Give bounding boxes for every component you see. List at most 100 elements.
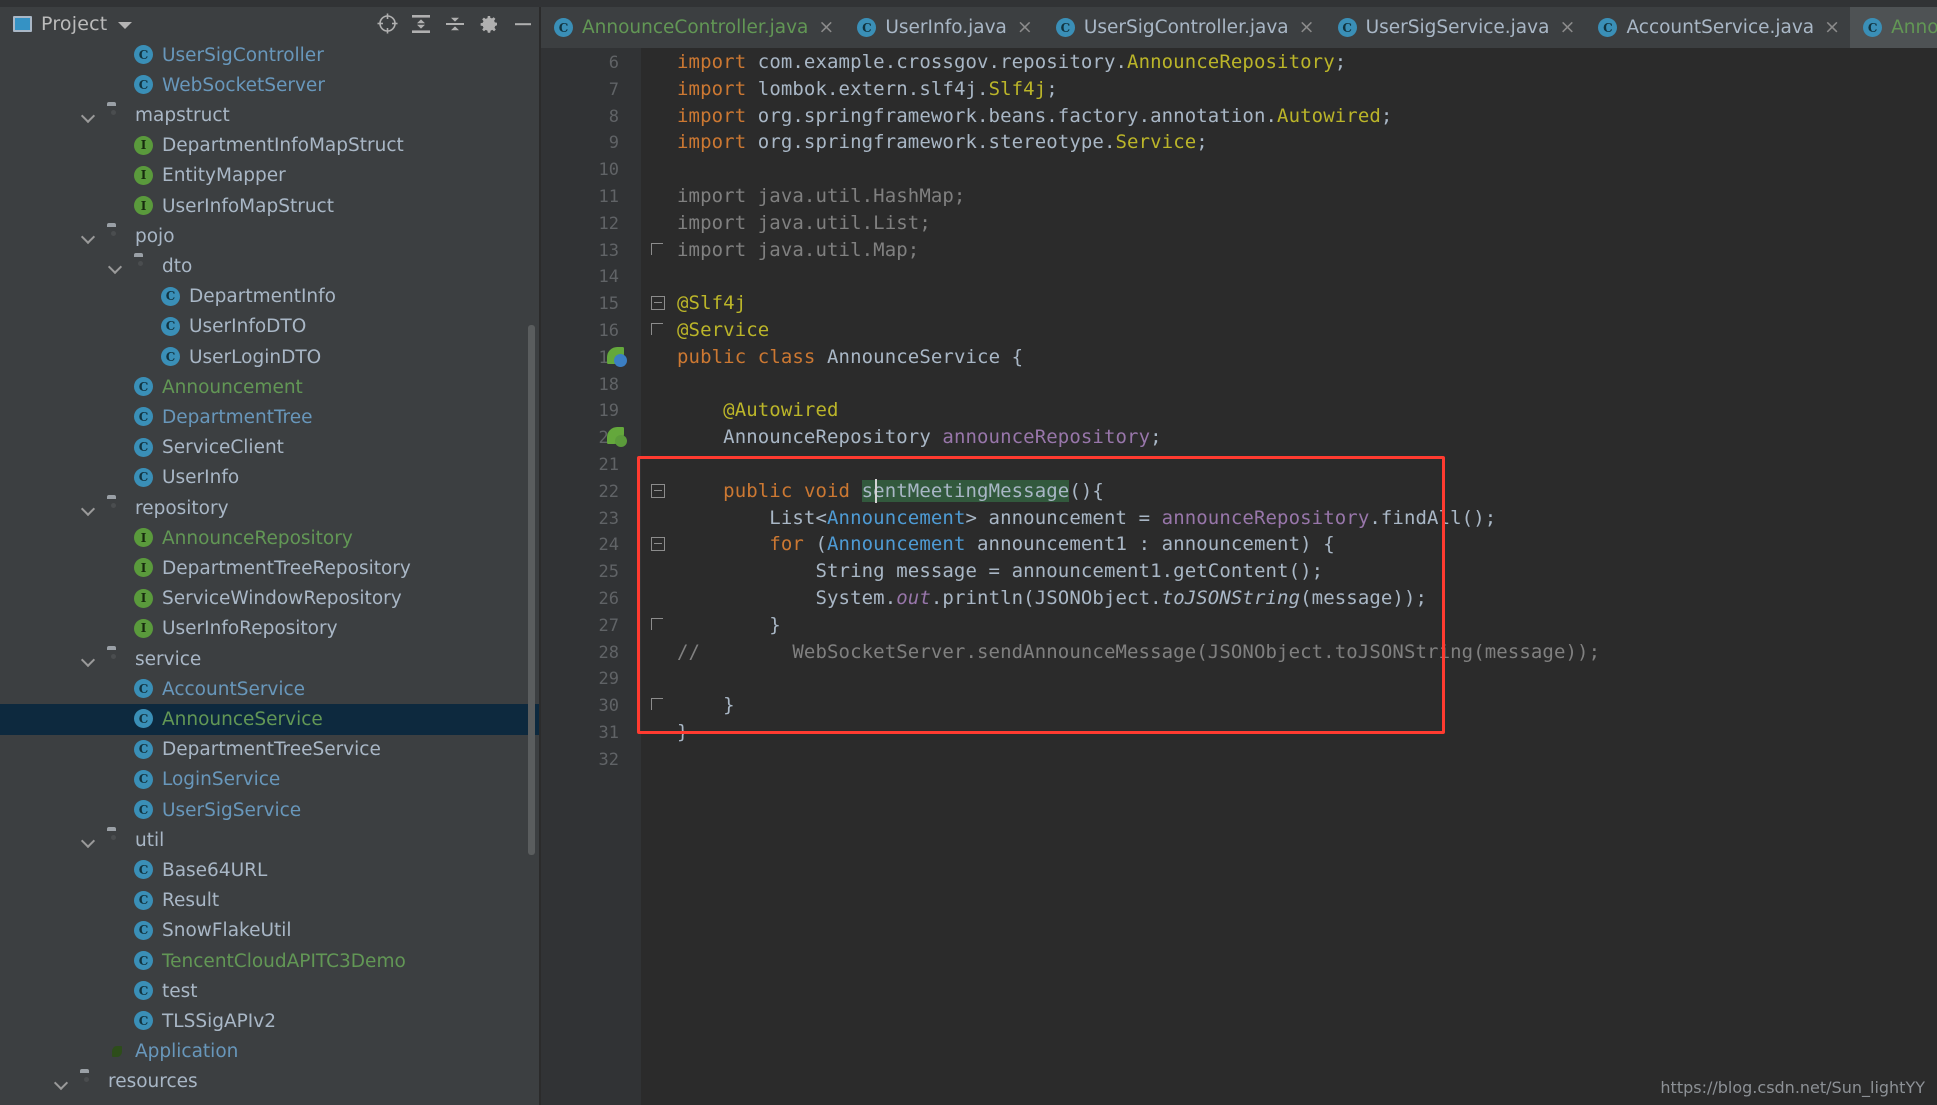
editor-gutter[interactable]: 6789101112131415161718192021222324252627… [541,48,641,1105]
tree-item-websocketserver[interactable]: CWebSocketServer [0,70,540,100]
code-line[interactable]: @Autowired [677,399,839,421]
tree-item-mapstruct[interactable]: mapstruct [0,100,540,130]
code-line[interactable]: for (Announcement announcement1 : announ… [677,533,1335,555]
code-line[interactable]: import org.springframework.beans.factory… [677,105,1392,127]
tree-item-dto[interactable]: dto [0,251,540,281]
tree-item-pojo[interactable]: pojo [0,221,540,251]
code-fold-marker[interactable] [651,296,665,310]
editor-tab-usersigservice-java[interactable]: CUserSigService.java× [1325,7,1586,48]
code-line[interactable]: } [677,614,781,636]
tree-item-userlogindto[interactable]: CUserLoginDTO [0,342,540,372]
tree-item-userinforepository[interactable]: IUserInfoRepository [0,614,540,644]
tree-item-announcerepository[interactable]: IAnnounceRepository [0,523,540,553]
project-tree-scrollbar[interactable] [528,325,535,855]
editor-tab-usersigcontroller-java[interactable]: CUserSigController.java× [1043,7,1325,48]
tree-item-announceservice[interactable]: CAnnounceService [0,704,540,734]
tree-item-userinfodto[interactable]: CUserInfoDTO [0,312,540,342]
collapse-all-icon[interactable] [438,7,472,40]
code-fold-marker[interactable] [651,618,663,630]
tree-item-repository[interactable]: repository [0,493,540,523]
line-number: 31 [579,723,619,743]
code-line[interactable]: @Service [677,319,769,341]
chevron-down-icon[interactable] [108,258,124,274]
code-line[interactable]: import org.springframework.stereotype.Se… [677,131,1208,153]
project-tree[interactable]: CUserSigControllerCWebSocketServermapstr… [0,40,540,1105]
tree-item-base64url[interactable]: CBase64URL [0,855,540,885]
tree-item-test[interactable]: Ctest [0,976,540,1006]
editor-tab-announcecontroller-java[interactable]: CAnnounceController.java× [541,7,844,48]
chevron-down-icon[interactable] [118,22,132,29]
tree-item-departmenttreerepository[interactable]: IDepartmentTreeRepository [0,553,540,583]
editor-tab-userinfo-java[interactable]: CUserInfo.java× [844,7,1043,48]
select-opened-file-icon[interactable] [370,7,404,40]
close-icon[interactable]: × [1299,18,1314,37]
code-line[interactable]: import java.util.List; [677,212,931,234]
code-line[interactable]: String message = announcement1.getConten… [677,560,1323,582]
tree-item-result[interactable]: CResult [0,886,540,916]
close-icon[interactable]: × [818,18,833,37]
chevron-down-icon[interactable] [81,107,97,123]
tree-item-accountservice[interactable]: CAccountService [0,674,540,704]
code-line[interactable]: System.out.println(JSONObject.toJSONStri… [677,587,1427,609]
tree-item-resources[interactable]: resources [0,1067,540,1097]
editor-tab-announceservice-java[interactable]: CAnnounceService.java× [1850,7,1937,48]
code-line[interactable]: import java.util.Map; [677,239,919,261]
tree-item-usersigcontroller[interactable]: CUserSigController [0,40,540,70]
tree-item-snowflakeutil[interactable]: CSnowFlakeUtil [0,916,540,946]
tree-item-label: UserSigController [162,45,324,66]
code-fold-marker[interactable] [651,537,665,551]
code-text-area[interactable]: import com.example.crossgov.repository.A… [641,48,1937,1105]
hide-icon[interactable] [506,7,540,40]
code-line[interactable]: AnnounceRepository announceRepository; [677,426,1162,448]
tree-item-userinfomapstruct[interactable]: IUserInfoMapStruct [0,191,540,221]
code-line[interactable]: public class AnnounceService { [677,346,1023,368]
code-editor[interactable]: 6789101112131415161718192021222324252627… [541,48,1937,1105]
code-line[interactable]: import lombok.extern.slf4j.Slf4j; [677,78,1058,100]
spring-autowired-icon[interactable] [607,427,629,449]
gear-icon[interactable] [472,7,506,40]
close-icon[interactable]: × [1824,18,1839,37]
tree-item-application[interactable]: Application [0,1037,540,1067]
code-fold-marker[interactable] [651,323,663,335]
tree-item-announcement[interactable]: CAnnouncement [0,372,540,402]
code-fold-marker[interactable] [651,698,663,710]
chevron-down-icon[interactable] [54,1074,70,1090]
tree-item-util[interactable]: util [0,825,540,855]
tree-item-entitymapper[interactable]: IEntityMapper [0,161,540,191]
tree-item-serviceclient[interactable]: CServiceClient [0,433,540,463]
chevron-down-icon[interactable] [81,500,97,516]
tree-item-label: DepartmentInfoMapStruct [162,135,404,156]
tree-item-departmenttreeservice[interactable]: CDepartmentTreeService [0,735,540,765]
chevron-down-icon[interactable] [81,832,97,848]
java-class-icon: C [134,1011,154,1031]
tree-item-usersigservice[interactable]: CUserSigService [0,795,540,825]
tree-item-userinfo[interactable]: CUserInfo [0,463,540,493]
tree-item-service[interactable]: service [0,644,540,674]
editor-tab-accountservice-java[interactable]: CAccountService.java× [1585,7,1850,48]
code-line[interactable]: public void sentMeetingMessage(){ [677,480,1104,502]
chevron-down-icon[interactable] [81,228,97,244]
code-line[interactable]: List<Announcement> announcement = announ… [677,507,1496,529]
spring-bean-icon[interactable] [607,347,629,369]
code-line[interactable]: import com.example.crossgov.repository.A… [677,51,1346,73]
code-fold-marker[interactable] [651,484,665,498]
code-line[interactable]: import java.util.HashMap; [677,185,965,207]
code-line[interactable]: } [677,721,689,743]
code-line[interactable]: @Slf4j [677,292,746,314]
class-glyph: C [134,951,153,970]
code-line[interactable]: } [677,694,735,716]
project-title-group[interactable]: Project [13,13,132,35]
close-icon[interactable]: × [1017,18,1032,37]
tree-item-tencentcloudapitc3demo[interactable]: CTencentCloudAPITC3Demo [0,946,540,976]
tree-item-tlssigapiv2[interactable]: CTLSSigAPIv2 [0,1006,540,1036]
tree-item-servicewindowrepository[interactable]: IServiceWindowRepository [0,584,540,614]
chevron-down-icon[interactable] [81,651,97,667]
close-icon[interactable]: × [1559,18,1574,37]
expand-all-icon[interactable] [404,7,438,40]
tree-item-departmenttree[interactable]: CDepartmentTree [0,402,540,432]
tree-item-departmentinfomapstruct[interactable]: IDepartmentInfoMapStruct [0,131,540,161]
tree-item-departmentinfo[interactable]: CDepartmentInfo [0,282,540,312]
tree-item-loginservice[interactable]: CLoginService [0,765,540,795]
code-line[interactable]: // WebSocketServer.sendAnnounceMessage(J… [677,641,1600,663]
code-fold-marker[interactable] [651,243,663,255]
